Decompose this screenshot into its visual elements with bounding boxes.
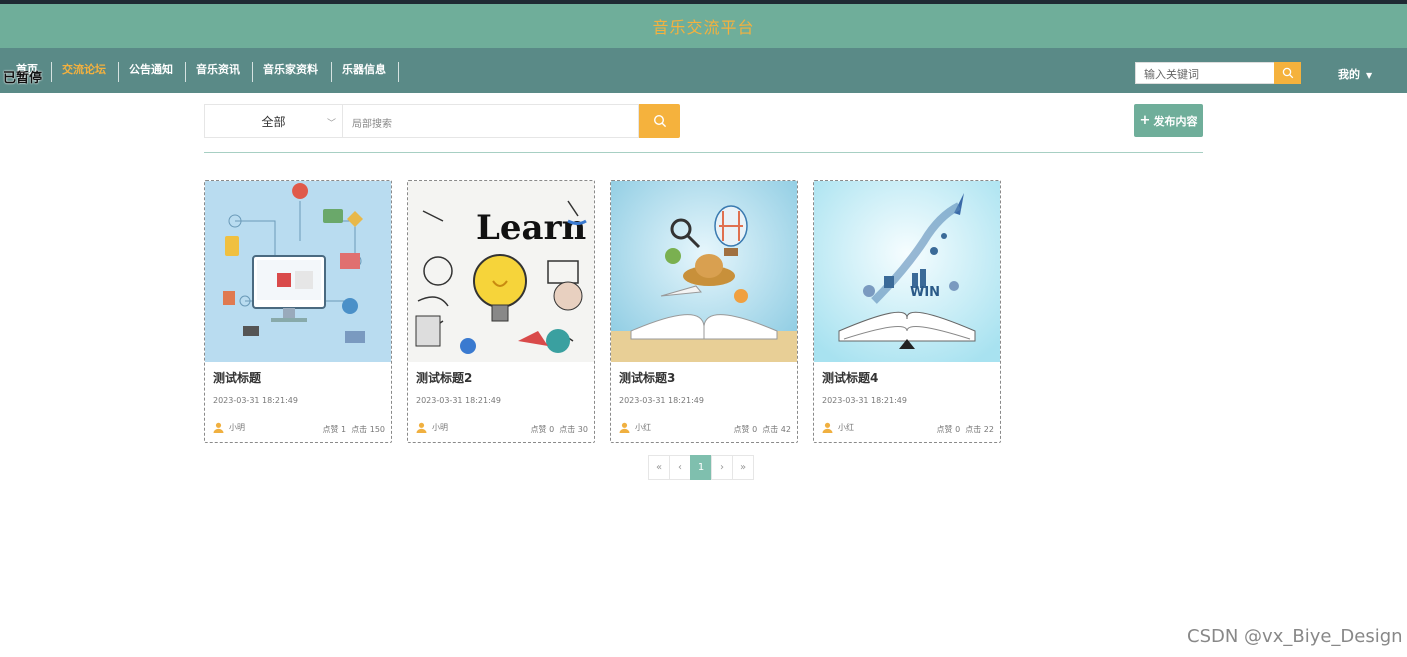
post-card[interactable]: WIN 测试标题4 2023-03-31 18:21:49 小红 点赞 0 点击… (813, 180, 1001, 443)
post-likes: 点赞 0 (936, 425, 961, 434)
post-clicks: 点击 30 (559, 425, 588, 434)
post-likes: 点赞 1 (322, 425, 347, 434)
pagination: « ‹ 1 › » (648, 455, 754, 480)
search-icon (1282, 67, 1293, 79)
nav-separator (398, 62, 399, 82)
post-stats: 点赞 1 点击 150 (322, 424, 385, 435)
post-author: 小红 (619, 422, 651, 433)
nav-separator (185, 62, 186, 82)
user-icon (416, 422, 427, 433)
post-title[interactable]: 测试标题2 (416, 369, 472, 386)
header-search-button[interactable] (1274, 62, 1301, 84)
post-author-name: 小明 (432, 423, 448, 432)
caret-down-icon: ▼ (1366, 70, 1373, 80)
post-stats: 点赞 0 点击 22 (937, 424, 994, 435)
post-title[interactable]: 测试标题 (213, 369, 261, 386)
post-clicks: 点击 150 (351, 425, 385, 434)
nav-item-notices[interactable]: 公告通知 (129, 63, 173, 83)
post-date: 2023-03-31 18:21:49 (416, 396, 501, 405)
nav-item-musicians[interactable]: 音乐家资料 (263, 63, 318, 83)
post-card[interactable]: Learn 测试标题2 2023-03-31 18:21:49 小明 点赞 0 … (407, 180, 595, 443)
post-card[interactable]: 测试标题 2023-03-31 18:21:49 小明 点赞 1 点击 150 (204, 180, 392, 443)
post-title[interactable]: 测试标题3 (619, 369, 675, 386)
post-likes: 点赞 0 (733, 425, 758, 434)
main-navbar: 首页 交流论坛 公告通知 音乐资讯 音乐家资料 乐器信息 已暂停 输入关键词 我… (0, 48, 1407, 93)
post-date: 2023-03-31 18:21:49 (213, 396, 298, 405)
nav-separator (331, 62, 332, 82)
category-select[interactable]: 全部 ﹀ (204, 104, 343, 138)
post-author: 小红 (822, 422, 854, 433)
user-icon (822, 422, 833, 433)
post-author-name: 小红 (838, 423, 854, 432)
post-likes: 点赞 0 (530, 425, 555, 434)
post-stats: 点赞 0 点击 30 (531, 424, 588, 435)
nav-item-instruments[interactable]: 乐器信息 (342, 63, 386, 83)
site-header: 音乐交流平台 (0, 4, 1407, 48)
post-clicks: 点击 42 (762, 425, 791, 434)
post-title[interactable]: 测试标题4 (822, 369, 878, 386)
user-menu[interactable]: 我的 ▼ (1338, 66, 1372, 82)
post-date: 2023-03-31 18:21:49 (822, 396, 907, 405)
search-icon (653, 114, 666, 128)
svg-text:Learn: Learn (476, 208, 586, 248)
nav-item-forum[interactable]: 交流论坛 (62, 63, 106, 83)
post-clicks: 点击 22 (965, 425, 994, 434)
nav-item-music-news[interactable]: 音乐资讯 (196, 63, 240, 83)
header-search-input[interactable]: 输入关键词 (1135, 62, 1275, 84)
page-first-button[interactable]: « (648, 455, 670, 480)
post-thumbnail-open-book-rocket: WIN (814, 181, 1000, 362)
site-title: 音乐交流平台 (652, 18, 755, 37)
post-author-name: 小明 (229, 423, 245, 432)
plus-icon: + (1139, 113, 1151, 128)
post-author: 小明 (416, 422, 448, 433)
post-author-name: 小红 (635, 423, 651, 432)
local-search-button[interactable] (639, 104, 680, 138)
post-thumbnail-open-book-travel (611, 181, 797, 362)
paused-overlay-text: 已暂停 (3, 71, 43, 86)
local-search-input[interactable]: 局部搜索 (342, 104, 639, 138)
post-stats: 点赞 0 点击 42 (734, 424, 791, 435)
nav-separator (118, 62, 119, 82)
svg-text:WIN: WIN (910, 285, 940, 300)
post-thumbnail-learn-lightbulb: Learn (408, 181, 594, 362)
post-date: 2023-03-31 18:21:49 (619, 396, 704, 405)
page-last-button[interactable]: » (732, 455, 754, 480)
chevron-down-icon: ﹀ (326, 119, 336, 129)
user-menu-label: 我的 (1338, 68, 1360, 81)
watermark-text: CSDN @vx_Biye_Design (1187, 626, 1403, 647)
category-selected-value: 全部 (261, 114, 286, 129)
nav-separator (252, 62, 253, 82)
section-divider (204, 152, 1203, 153)
page-next-button[interactable]: › (711, 455, 733, 480)
user-icon (619, 422, 630, 433)
post-card[interactable]: 测试标题3 2023-03-31 18:21:49 小红 点赞 0 点击 42 (610, 180, 798, 443)
nav-separator (51, 62, 52, 82)
publish-button-label: 发布内容 (1153, 114, 1198, 128)
publish-button[interactable]: + 发布内容 (1134, 104, 1203, 137)
page-prev-button[interactable]: ‹ (669, 455, 691, 480)
page-number-current[interactable]: 1 (690, 455, 712, 480)
post-author: 小明 (213, 422, 245, 433)
user-icon (213, 422, 224, 433)
post-thumbnail-tech-icons (205, 181, 391, 362)
